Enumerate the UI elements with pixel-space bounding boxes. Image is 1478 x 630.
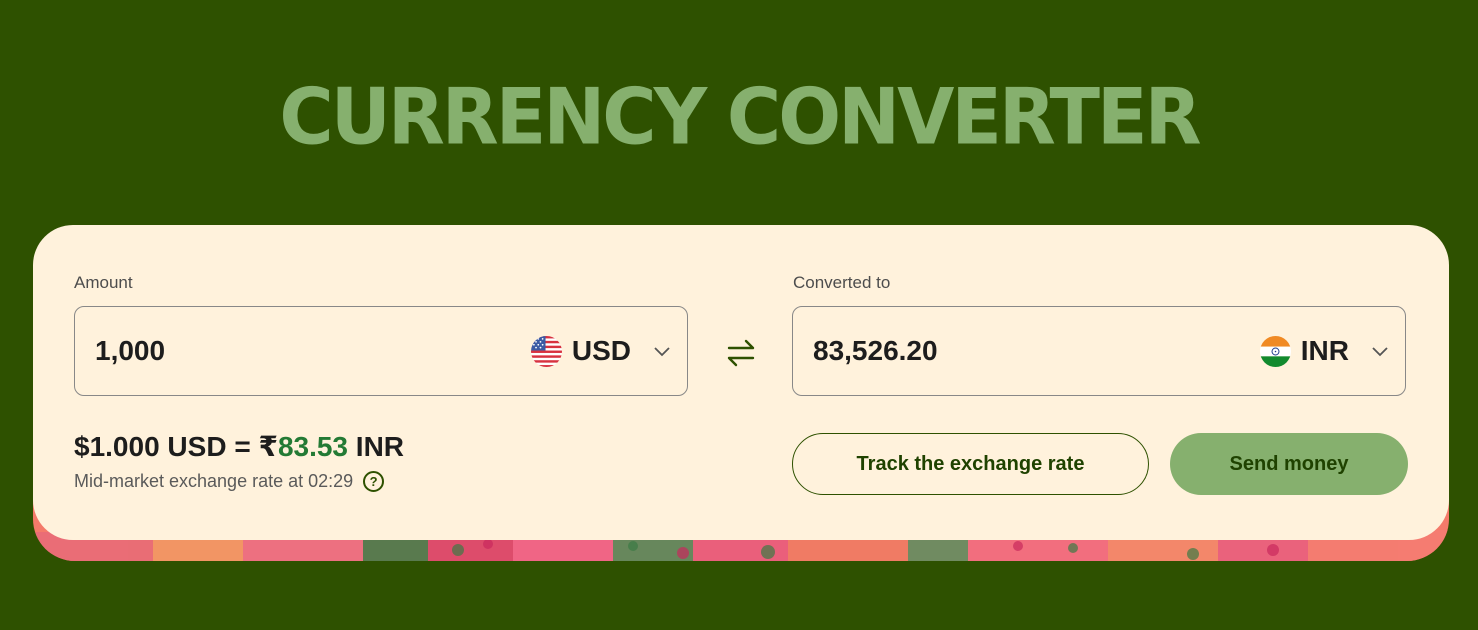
from-currency-select[interactable]: USD bbox=[530, 307, 671, 395]
us-flag-icon bbox=[530, 335, 562, 367]
rate-note: Mid-market exchange rate at 02:29 bbox=[74, 471, 354, 491]
rate-prefix: $1.000 USD = ₹ bbox=[74, 431, 278, 462]
to-currency-select[interactable]: INR bbox=[1259, 307, 1389, 395]
exchange-rate-summary: $1.000 USD = ₹83.53 INR bbox=[74, 430, 404, 463]
converted-label: Converted to bbox=[793, 273, 891, 292]
rate-suffix: INR bbox=[348, 431, 405, 462]
page-title: CURRENCY CONVERTER bbox=[279, 71, 1201, 163]
rate-note-row: Mid-market exchange rate at 02:29 ? bbox=[74, 471, 385, 492]
swap-arrows-icon[interactable] bbox=[723, 335, 759, 371]
question-circle-icon[interactable]: ? bbox=[363, 471, 385, 492]
amount-label: Amount bbox=[74, 273, 133, 292]
send-money-button[interactable]: Send money bbox=[1170, 433, 1408, 495]
from-currency-code: USD bbox=[571, 335, 631, 366]
india-flag-icon bbox=[1259, 335, 1291, 367]
converter-card: Amount 1,000 USD Converted to 83,526.20 … bbox=[33, 225, 1449, 540]
converted-output[interactable]: 83,526.20 bbox=[813, 307, 938, 395]
track-rate-button[interactable]: Track the exchange rate bbox=[792, 433, 1149, 495]
amount-field[interactable]: 1,000 USD bbox=[74, 306, 688, 396]
converted-field[interactable]: 83,526.20 INR bbox=[792, 306, 1406, 396]
chevron-down-icon bbox=[654, 347, 670, 357]
amount-input[interactable]: 1,000 bbox=[95, 307, 165, 395]
chevron-down-icon bbox=[1372, 347, 1388, 357]
rate-value: 83.53 bbox=[277, 431, 349, 462]
to-currency-code: INR bbox=[1300, 335, 1349, 366]
currency-converter-page: CURRENCY CONVERTER Amount 1,000 USD Conv… bbox=[0, 0, 1478, 630]
